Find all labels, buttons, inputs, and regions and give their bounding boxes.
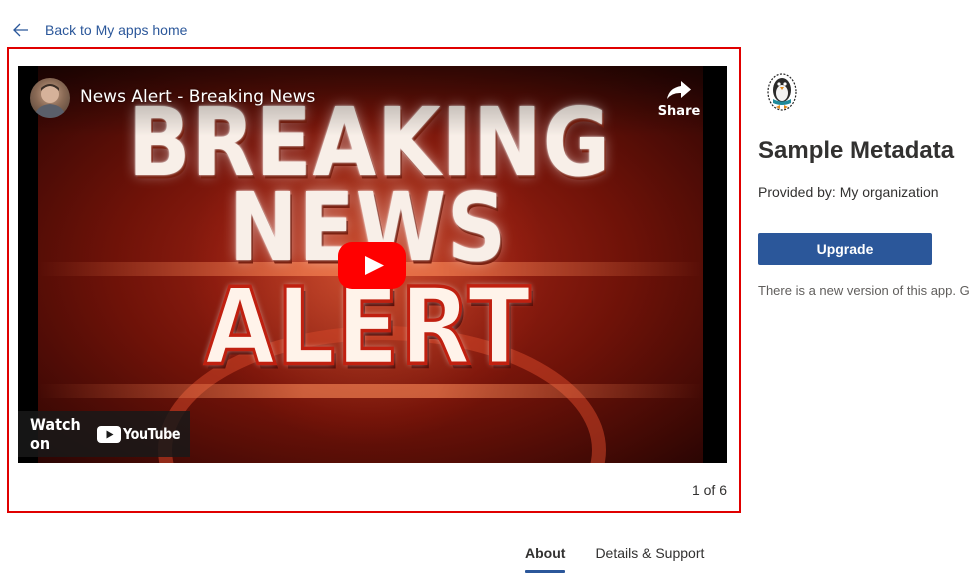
penguin-logo-icon bbox=[767, 73, 797, 111]
share-arrow-icon bbox=[667, 81, 691, 99]
carousel-pager: 1 of 6 bbox=[691, 482, 727, 498]
new-version-notice: There is a new version of this app. G bbox=[758, 283, 970, 298]
tab-details-support[interactable]: Details & Support bbox=[589, 538, 710, 570]
app-logo bbox=[764, 68, 800, 112]
back-link-label: Back to My apps home bbox=[45, 22, 188, 38]
share-button[interactable]: Share bbox=[656, 78, 702, 124]
app-details-page: Back to My apps home BREAKING NEWS ALERT bbox=[0, 0, 980, 577]
video-title[interactable]: News Alert - Breaking News bbox=[80, 87, 315, 107]
person-avatar-icon bbox=[34, 84, 66, 118]
watch-on-label: Watch on bbox=[30, 415, 81, 453]
share-label: Share bbox=[657, 104, 701, 119]
youtube-play-icon bbox=[96, 425, 121, 443]
app-title: Sample Metadata bbox=[758, 137, 955, 164]
provided-by-text: Provided by: My organization bbox=[758, 184, 939, 200]
arrow-left-icon bbox=[13, 23, 28, 37]
channel-avatar[interactable] bbox=[30, 78, 70, 118]
details-tabs: About Details & Support bbox=[519, 538, 728, 577]
youtube-video-player[interactable]: BREAKING NEWS ALERT News Alert - Breakin… bbox=[18, 66, 727, 463]
play-icon bbox=[338, 242, 406, 289]
watch-on-youtube-button[interactable]: Watch on YouTube bbox=[18, 411, 190, 457]
youtube-logo: YouTube bbox=[96, 425, 190, 443]
play-button[interactable] bbox=[338, 242, 406, 289]
media-carousel: BREAKING NEWS ALERT News Alert - Breakin… bbox=[7, 47, 741, 513]
upgrade-button[interactable]: Upgrade bbox=[758, 233, 932, 265]
back-to-apps-link[interactable]: Back to My apps home bbox=[12, 18, 187, 42]
youtube-wordmark: YouTube bbox=[122, 425, 181, 443]
tab-about[interactable]: About bbox=[519, 538, 571, 573]
